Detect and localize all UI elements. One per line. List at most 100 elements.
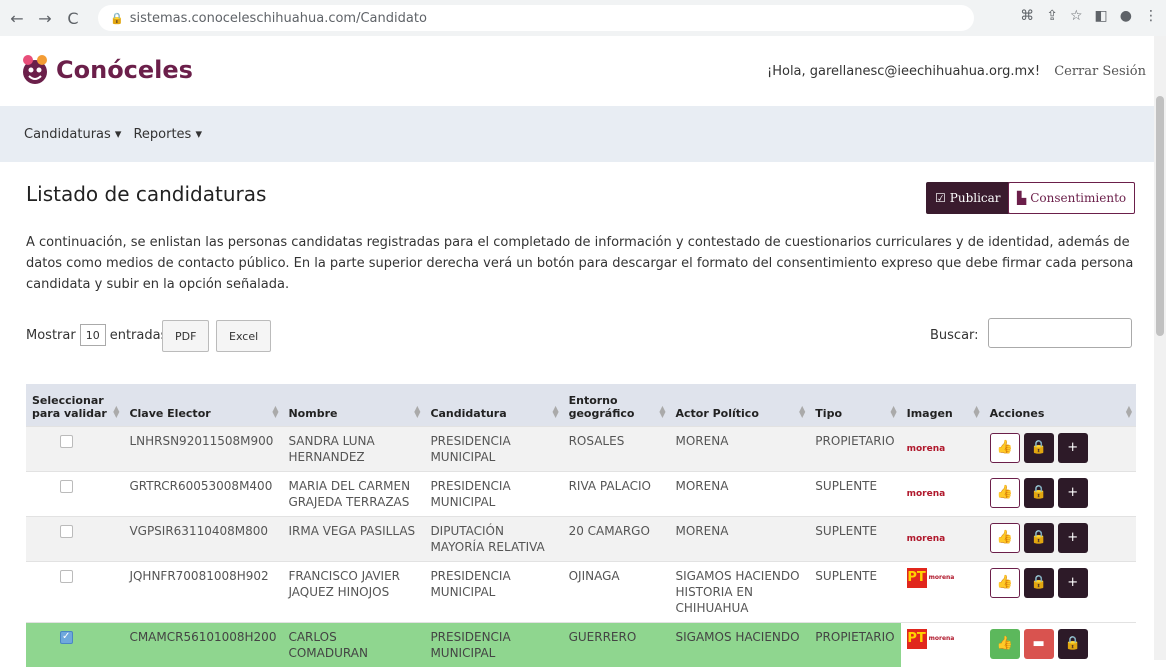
translate-icon[interactable]: ⌘: [1020, 8, 1034, 24]
table-row: GRTRCR60053008M400 MARIA DEL CARMEN GRAJ…: [26, 472, 1136, 517]
col-actor[interactable]: Actor Político▲▼: [670, 384, 810, 427]
search-input[interactable]: [988, 318, 1132, 348]
candidates-table: Seleccionarpara validar▲▼ Clave Elector▲…: [26, 384, 1136, 667]
lock-icon[interactable]: 🔒: [1024, 478, 1054, 508]
table-controls: Mostrar 10 entradas PDF Excel Buscar:: [26, 318, 1136, 354]
candidatura-cell: PRESIDENCIA MUNICIPAL: [424, 427, 562, 472]
lock-icon[interactable]: 🔒: [1058, 629, 1088, 659]
col-select-line2: para validar: [32, 407, 107, 420]
back-icon[interactable]: ←: [6, 7, 28, 29]
page-scrollbar[interactable]: [1154, 36, 1166, 660]
tipo-cell: PROPIETARIO: [809, 427, 900, 472]
thumbs-up-icon[interactable]: 👍: [990, 433, 1020, 463]
plus-icon[interactable]: +: [1058, 478, 1088, 508]
col-clave[interactable]: Clave Elector▲▼: [123, 384, 282, 427]
select-cell: [26, 472, 123, 517]
imagen-cell: PTmorena: [901, 562, 984, 623]
excel-export-button[interactable]: Excel: [216, 320, 271, 352]
actor-cell: MORENA: [670, 427, 810, 472]
acciones-cell: 👍 🔒 +: [984, 472, 1136, 517]
lock-icon[interactable]: 🔒: [1024, 433, 1054, 463]
sort-icon: ▲▼: [552, 406, 558, 418]
plus-icon[interactable]: +: [1058, 568, 1088, 598]
entorno-cell: ROSALES: [563, 427, 670, 472]
check-square-icon: ☑: [935, 191, 946, 205]
page-length: Mostrar 10 entradas: [26, 324, 167, 346]
acciones-cell: 👍 🔒 +: [984, 562, 1136, 623]
tipo-cell: SUPLENTE: [809, 472, 900, 517]
col-nombre-label: Nombre: [288, 407, 337, 420]
nombre-cell: IRMA VEGA PASILLAS: [282, 517, 424, 562]
col-entorno-line2: geográfico: [569, 407, 635, 420]
party-logo: morena: [907, 486, 946, 502]
show-label: Mostrar: [26, 328, 76, 343]
intro-text: A continuación, se enlistan las personas…: [26, 232, 1136, 295]
user-greeting: ¡Hola, garellanesc@ieechihuahua.org.mx!: [767, 64, 1040, 79]
sidepanel-icon[interactable]: ◧: [1095, 8, 1108, 24]
col-imagen[interactable]: Imagen▲▼: [901, 384, 984, 427]
lock-icon: 🔒: [110, 12, 124, 25]
candidatura-cell: PRESIDENCIA MUNICIPAL: [424, 562, 562, 623]
col-candidatura[interactable]: Candidatura ▲▼: [424, 384, 562, 427]
thumbs-up-icon[interactable]: 👍: [990, 568, 1020, 598]
acciones-cell: 👍 🔒 +: [984, 427, 1136, 472]
url-text: sistemas.conoceleschihuahua.com/Candidat…: [130, 11, 427, 26]
menu-candidaturas[interactable]: Candidaturas ▾: [24, 127, 121, 142]
clave-cell: JQHNFR70081008H902: [123, 562, 282, 623]
candidatura-cell: PRESIDENCIA MUNICIPAL: [424, 623, 562, 667]
lock-icon[interactable]: 🔒: [1024, 568, 1054, 598]
pdf-export-button[interactable]: PDF: [162, 320, 209, 352]
nombre-cell: SANDRA LUNA HERNANDEZ: [282, 427, 424, 472]
main-content: Listado de candidaturas ☑ Publicar ▙ Con…: [0, 162, 1154, 660]
search-label: Buscar:: [930, 328, 979, 343]
share-icon[interactable]: ⇪: [1046, 8, 1058, 24]
candidatura-cell: DIPUTACIÓN MAYORÍA RELATIVA: [424, 517, 562, 562]
document-icon[interactable]: ▬: [1024, 629, 1054, 659]
thumbs-up-icon[interactable]: 👍: [990, 523, 1020, 553]
validate-checkbox[interactable]: [60, 525, 73, 538]
address-bar[interactable]: 🔒 sistemas.conoceleschihuahua.com/Candid…: [98, 5, 974, 31]
validate-checkbox[interactable]: [60, 480, 73, 493]
reload-icon[interactable]: C: [62, 7, 84, 29]
lock-icon[interactable]: 🔒: [1024, 523, 1054, 553]
col-tipo[interactable]: Tipo▲▼: [809, 384, 900, 427]
col-candidatura-label: Candidatura: [430, 407, 506, 420]
scrollbar-thumb[interactable]: [1156, 96, 1164, 336]
menu-reportes[interactable]: Reportes ▾: [133, 127, 202, 142]
validate-checkbox[interactable]: [60, 435, 73, 448]
col-acciones-label: Acciones: [990, 407, 1045, 420]
consent-button[interactable]: ▙ Consentimiento: [1008, 182, 1135, 214]
validate-checkbox[interactable]: [60, 631, 73, 644]
plus-icon[interactable]: +: [1058, 523, 1088, 553]
col-entorno[interactable]: Entornogeográfico▲▼: [563, 384, 670, 427]
select-cell: [26, 562, 123, 623]
user-greeting-area: ¡Hola, garellanesc@ieechihuahua.org.mx! …: [767, 64, 1146, 79]
consent-label: Consentimiento: [1030, 191, 1126, 205]
sort-icon: ▲▼: [113, 406, 119, 418]
col-nombre[interactable]: Nombre▲▼: [282, 384, 424, 427]
thumbs-up-icon[interactable]: 👍: [990, 478, 1020, 508]
kebab-menu-icon[interactable]: ⋮: [1144, 8, 1158, 24]
col-actor-label: Actor Político: [676, 407, 759, 420]
publish-button[interactable]: ☑ Publicar: [926, 182, 1010, 214]
imagen-cell: morena: [901, 517, 984, 562]
col-acciones[interactable]: Acciones▲▼: [984, 384, 1136, 427]
sort-icon: ▲▼: [974, 406, 980, 418]
thumbs-up-icon[interactable]: 👍: [990, 629, 1020, 659]
validate-checkbox[interactable]: [60, 570, 73, 583]
forward-icon[interactable]: →: [34, 7, 56, 29]
star-icon[interactable]: ☆: [1070, 8, 1083, 24]
plus-icon[interactable]: +: [1058, 433, 1088, 463]
clave-cell: LNHRSN92011508M900: [123, 427, 282, 472]
sort-icon: ▲▼: [659, 406, 665, 418]
nombre-cell: FRANCISCO JAVIER JAQUEZ HINOJOS: [282, 562, 424, 623]
profile-icon[interactable]: ●: [1120, 8, 1132, 24]
col-select[interactable]: Seleccionarpara validar▲▼: [26, 384, 123, 427]
acciones-cell: 👍 ▬ 🔒: [984, 623, 1136, 667]
site-header: Conóceles ¡Hola, garellanesc@ieechihuahu…: [0, 36, 1154, 107]
page-size-select[interactable]: 10: [80, 324, 106, 346]
col-clave-label: Clave Elector: [129, 407, 210, 420]
logout-link[interactable]: Cerrar Sesión: [1054, 64, 1146, 79]
brand-logo[interactable]: Conóceles: [20, 54, 193, 86]
party-logo: morena: [907, 441, 946, 457]
